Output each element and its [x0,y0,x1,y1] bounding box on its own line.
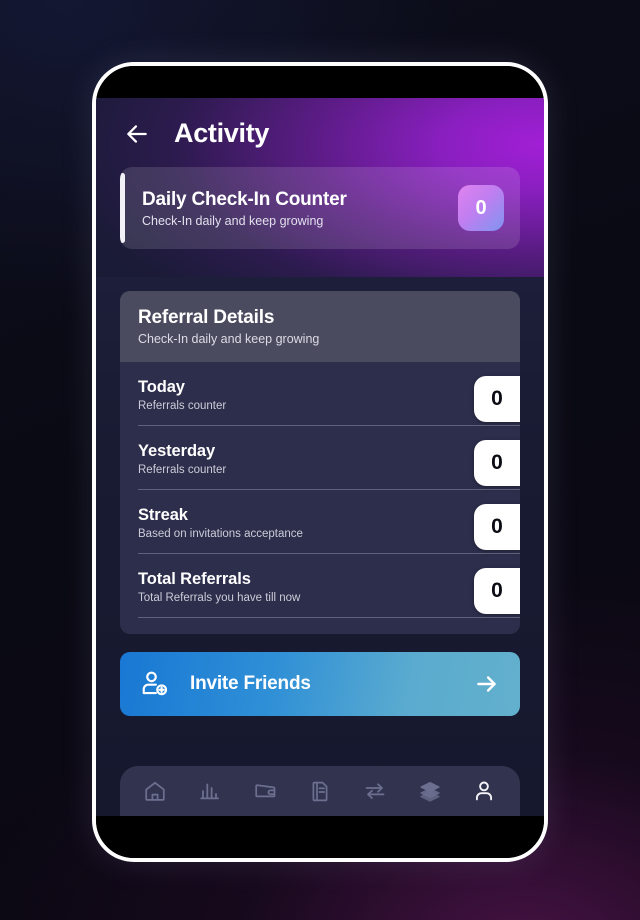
row-title: Yesterday [138,442,216,460]
nav-item-layers[interactable] [413,774,447,808]
top-app-bar: Activity [96,98,544,163]
row-subtitle: Total Referrals you have till now [138,592,301,604]
person-icon [472,779,496,803]
app-screen: Activity Daily Check-In Counter Check-In… [96,98,544,816]
referral-details-header: Referral Details Check-In daily and keep… [120,291,520,362]
invite-friends-label: Invite Friends [190,673,311,694]
row-text: Yesterday Referrals counter [138,442,520,490]
header-section: Activity Daily Check-In Counter Check-In… [96,98,544,277]
page-title: Activity [174,118,270,148]
transfer-icon [363,779,387,803]
table-row[interactable]: Total Referrals Total Referrals you have… [120,554,520,618]
bar-chart-icon [198,779,222,803]
arrow-left-icon[interactable] [122,119,152,149]
referral-rows-list: Today Referrals counter 0 Yesterday Refe… [120,362,520,634]
nav-item-wallet[interactable] [248,774,282,808]
row-count-chip: 0 [474,440,520,486]
arrow-right-icon [474,671,500,697]
person-add-icon [140,669,170,699]
nav-item-stats[interactable] [193,774,227,808]
table-row[interactable]: Today Referrals counter 0 [120,362,520,426]
invite-friends-button[interactable]: Invite Friends [120,652,520,716]
row-count-chip: 0 [474,568,520,614]
row-title: Streak [138,506,188,524]
nav-item-documents[interactable] [303,774,337,808]
row-title: Total Referrals [138,570,251,588]
nav-item-home[interactable] [138,774,172,808]
row-text: Streak Based on invitations acceptance [138,506,520,554]
daily-checkin-count-badge: 0 [458,185,504,231]
nav-item-transfer[interactable] [358,774,392,808]
referral-details-title: Referral Details [138,307,275,328]
row-subtitle: Referrals counter [138,464,227,476]
phone-bottom-bezel [96,816,544,858]
wallet-icon [253,779,277,803]
row-text: Total Referrals Total Referrals you have… [138,570,520,618]
row-text: Today Referrals counter [138,378,520,426]
table-row[interactable]: Yesterday Referrals counter 0 [120,426,520,490]
home-icon [143,779,167,803]
row-count-chip: 0 [474,504,520,550]
row-count-chip: 0 [474,376,520,422]
phone-device-frame: Activity Daily Check-In Counter Check-In… [92,62,548,862]
card-accent-bar [120,173,125,243]
referral-details-subtitle: Check-In daily and keep growing [138,332,320,346]
row-subtitle: Referrals counter [138,400,227,412]
row-divider [138,617,520,618]
layout-spacer [120,716,520,766]
layers-icon [418,779,442,803]
daily-checkin-subtitle: Check-In daily and keep growing [142,213,324,228]
table-row[interactable]: Streak Based on invitations acceptance 0 [120,490,520,554]
daily-checkin-title: Daily Check-In Counter [142,188,347,210]
row-subtitle: Based on invitations acceptance [138,528,303,540]
daily-checkin-card[interactable]: Daily Check-In Counter Check-In daily an… [120,167,520,249]
content-area: Referral Details Check-In daily and keep… [96,277,544,816]
phone-top-bezel [96,66,544,98]
nav-item-profile[interactable] [467,774,501,808]
row-title: Today [138,378,185,396]
bottom-navigation-bar [120,766,520,816]
referral-details-panel: Referral Details Check-In daily and keep… [120,291,520,634]
daily-checkin-text: Daily Check-In Counter Check-In daily an… [142,189,448,228]
document-icon [308,779,332,803]
